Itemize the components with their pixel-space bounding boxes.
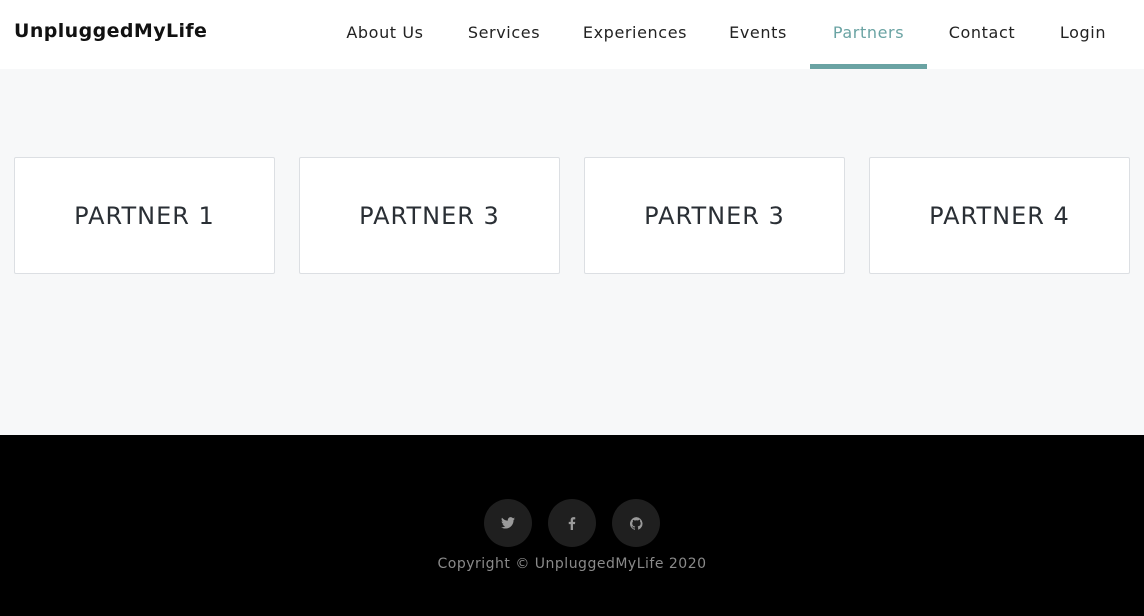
partner-card[interactable]: PARTNER 3 (584, 157, 845, 274)
site-footer: Copyright © UnpluggedMyLife 2020 (0, 435, 1144, 616)
github-button[interactable] (612, 499, 660, 547)
partner-name: PARTNER 3 (359, 201, 500, 230)
nav-link-login[interactable]: Login (1050, 0, 1116, 69)
twitter-icon (501, 517, 515, 529)
partner-card[interactable]: PARTNER 4 (869, 157, 1130, 274)
nav-link-partners[interactable]: Partners (810, 0, 927, 69)
partner-name: PARTNER 3 (644, 201, 785, 230)
nav-link-about-us[interactable]: About Us (335, 0, 435, 69)
github-icon (629, 516, 643, 530)
nav-link-services[interactable]: Services (458, 0, 550, 69)
nav-link-experiences[interactable]: Experiences (575, 0, 695, 69)
partners-section: PARTNER 1 PARTNER 3 PARTNER 3 PARTNER 4 (0, 69, 1144, 435)
twitter-button[interactable] (484, 499, 532, 547)
partner-card[interactable]: PARTNER 3 (299, 157, 560, 274)
navbar: UnpluggedMyLife About Us Services Experi… (0, 0, 1144, 69)
nav-link-events[interactable]: Events (720, 0, 796, 69)
copyright-text: Copyright © UnpluggedMyLife 2020 (437, 556, 707, 572)
nav-link-contact[interactable]: Contact (939, 0, 1025, 69)
partner-name: PARTNER 4 (929, 201, 1070, 230)
main-nav: About Us Services Experiences Events Par… (0, 0, 1144, 69)
facebook-button[interactable] (548, 499, 596, 547)
facebook-icon (568, 516, 576, 530)
partner-card[interactable]: PARTNER 1 (14, 157, 275, 274)
partner-name: PARTNER 1 (74, 201, 215, 230)
